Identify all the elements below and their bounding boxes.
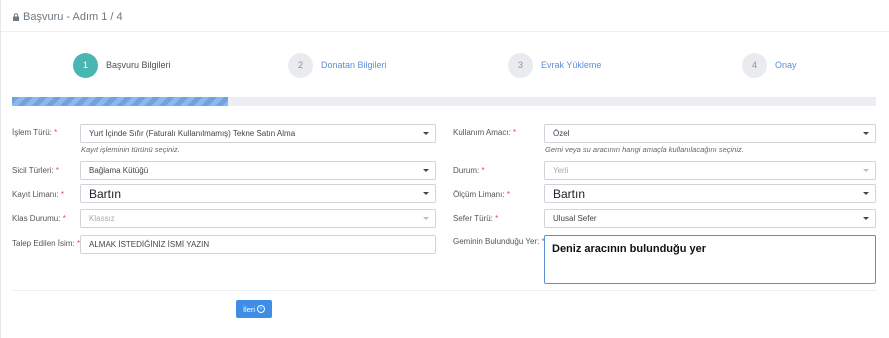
sefer-turu-select[interactable]: Ulusal Sefer (544, 209, 876, 228)
chevron-down-icon (423, 169, 429, 172)
next-button-label: İleri (242, 304, 256, 314)
step-2[interactable]: 2 Donatan Bilgileri (288, 50, 387, 80)
geminin-bulundugu-yer-label: Geminin Bulunduğu Yer: * (453, 237, 545, 246)
kullanim-amaci-select[interactable]: Özel (544, 124, 876, 143)
kayit-limani-select[interactable]: Bartın (80, 184, 436, 203)
kayit-limani-value: Bartın (89, 186, 122, 201)
sefer-turu-value: Ulusal Sefer (553, 214, 597, 223)
chevron-down-icon (423, 192, 429, 195)
step-4[interactable]: 4 Onay (742, 50, 797, 80)
step-4-label: Onay (775, 60, 797, 70)
talep-edilen-isim-label: Talep Edilen İsim: * (12, 239, 81, 248)
islem-turu-select[interactable]: Yurt İçinde Sıfır (Faturalı Kullanılmamı… (80, 124, 436, 143)
chevron-down-icon (863, 217, 869, 220)
lock-icon (13, 13, 19, 21)
progress-fill (12, 97, 228, 106)
olcum-limani-select[interactable]: Bartın (544, 184, 876, 203)
page-title: Başvuru - Adım 1 / 4 (23, 11, 123, 23)
arrow-right-circle-icon: › (257, 305, 266, 313)
chevron-down-icon (863, 169, 869, 172)
durum-value: Yerli (553, 166, 569, 175)
wizard-progress-bar (12, 97, 876, 106)
step-1[interactable]: 1 Başvuru Bilgileri (73, 50, 171, 80)
chevron-down-icon (423, 132, 429, 135)
sicil-turleri-value: Bağlama Kütüğü (89, 166, 149, 175)
sefer-turu-label: Sefer Türü: * (453, 214, 499, 223)
kullanim-amaci-label: Kullanım Amacı: * (453, 128, 517, 137)
islem-turu-value: Yurt İçinde Sıfır (Faturalı Kullanılmamı… (89, 129, 296, 138)
chevron-down-icon (863, 192, 869, 195)
chevron-down-icon (423, 217, 429, 220)
durum-label: Durum: * (453, 166, 485, 175)
olcum-limani-label: Ölçüm Limanı: * (453, 190, 510, 199)
step-3-number: 3 (508, 52, 533, 78)
kullanim-amaci-value: Özel (553, 129, 570, 138)
klas-durumu-label: Klas Durumu: * (12, 214, 66, 223)
sicil-turleri-select[interactable]: Bağlama Kütüğü (80, 161, 436, 180)
footer-divider (12, 290, 877, 291)
klas-durumu-value: Klassız (89, 214, 115, 223)
step-2-label: Donatan Bilgileri (321, 60, 387, 70)
step-1-label: Başvuru Bilgileri (106, 60, 171, 70)
step-3-label: Evrak Yükleme (541, 60, 602, 70)
sicil-turleri-label: Sicil Türleri: * (12, 166, 59, 175)
durum-select[interactable]: Yerli (544, 161, 876, 180)
talep-edilen-isim-value: ALMAK İSTEDİĞİNİZ İSMİ YAZIN (89, 240, 210, 249)
header-divider (1, 31, 889, 32)
olcum-limani-value: Bartın (553, 186, 586, 201)
next-button[interactable]: İleri › (236, 300, 272, 318)
islem-turu-label: İşlem Türü: * (12, 128, 58, 137)
kayit-limani-label: Kayıt Limanı: * (12, 190, 65, 199)
wizard-steps: 1 Başvuru Bilgileri 2 Donatan Bilgileri … (0, 50, 889, 80)
page-header: Başvuru - Adım 1 / 4 (12, 10, 123, 24)
kullanim-amaci-hint: Gemi veya su aracının hangi amaçla kulla… (545, 145, 744, 154)
klas-durumu-select[interactable]: Klassız (80, 209, 436, 228)
step-2-number: 2 (288, 52, 313, 78)
step-1-number: 1 (73, 52, 98, 78)
chevron-down-icon (863, 132, 869, 135)
step-3[interactable]: 3 Evrak Yükleme (508, 50, 601, 80)
talep-edilen-isim-input[interactable]: ALMAK İSTEDİĞİNİZ İSMİ YAZIN (80, 235, 436, 254)
geminin-bulundugu-yer-textarea[interactable]: Deniz aracının bulunduğu yer (544, 235, 876, 284)
step-4-number: 4 (742, 52, 767, 78)
islem-turu-hint: Kayıt işleminin türünü seçiniz. (81, 145, 180, 154)
